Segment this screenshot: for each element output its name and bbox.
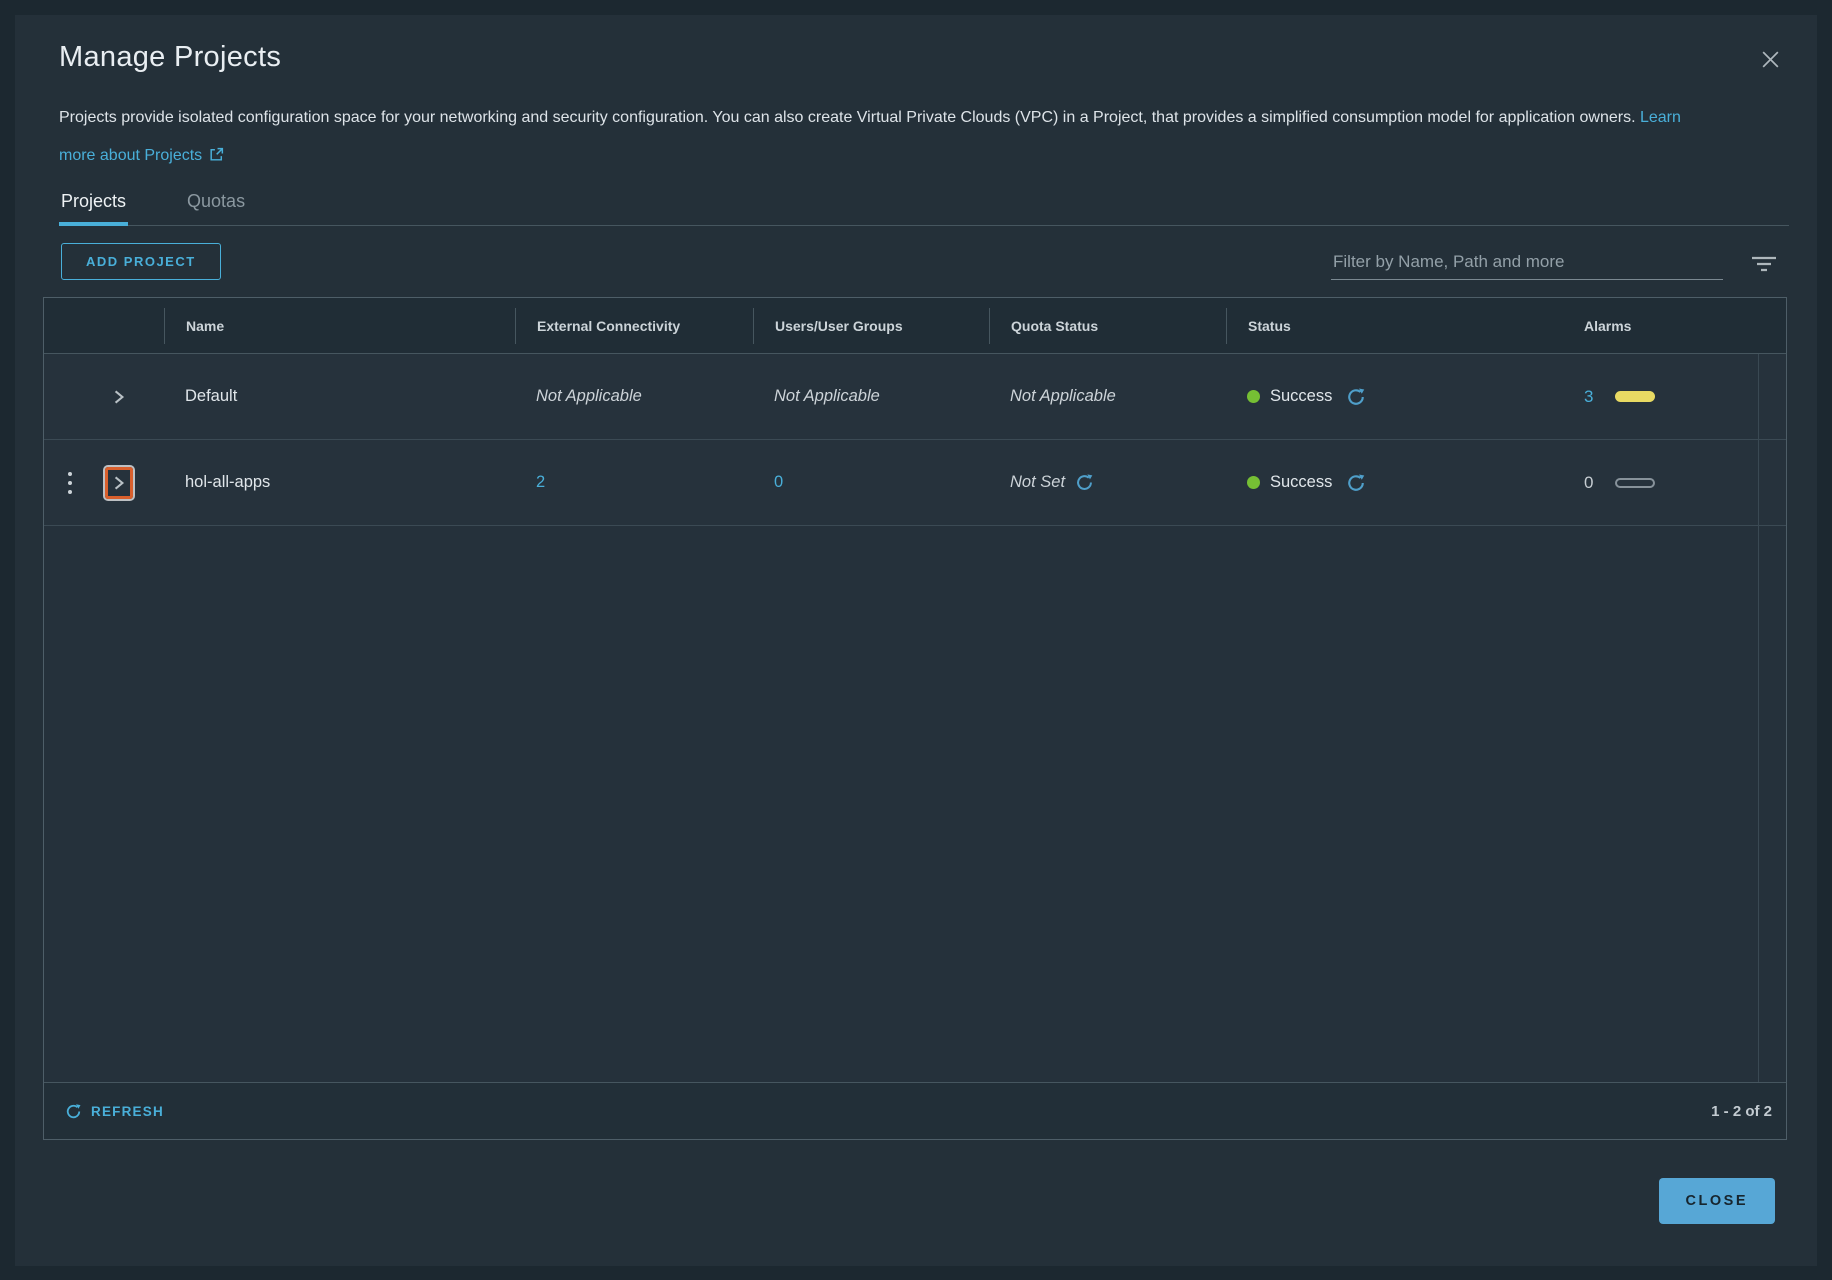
refresh-status-icon[interactable]: [1346, 387, 1366, 407]
column-header-quota-status[interactable]: Quota Status: [989, 307, 1226, 344]
tab-quotas[interactable]: Quotas: [185, 185, 247, 225]
cell-status: Success: [1226, 387, 1474, 407]
refresh-status-icon[interactable]: [1346, 473, 1366, 493]
alarm-bar-filled: [1615, 391, 1656, 402]
cell-quota-status: Not Set: [989, 473, 1226, 492]
cell-alarms[interactable]: 0: [1474, 473, 1786, 493]
expand-chevron-icon[interactable]: [112, 475, 126, 491]
refresh-button[interactable]: REFRESH: [65, 1103, 164, 1120]
refresh-quota-icon[interactable]: [1075, 473, 1094, 492]
manage-projects-dialog: Manage Projects Projects provide isolate…: [15, 15, 1817, 1266]
column-header-external-connectivity[interactable]: External Connectivity: [515, 307, 753, 344]
status-label: Success: [1270, 473, 1333, 491]
status-label: Success: [1270, 387, 1333, 405]
table-header-row: Name External Connectivity Users/User Gr…: [44, 298, 1786, 354]
expand-chevron-icon[interactable]: [108, 385, 130, 409]
toolbar: ADD PROJECT: [61, 243, 1789, 280]
cell-alarms[interactable]: 3: [1474, 387, 1786, 407]
cell-name: hol-all-apps: [185, 473, 271, 491]
external-connectivity-link[interactable]: 2: [536, 473, 545, 492]
cell-users[interactable]: 0: [753, 473, 989, 492]
row-controls: [44, 354, 164, 439]
column-header-alarms[interactable]: Alarms: [1474, 308, 1786, 344]
quota-status-label: Not Set: [1010, 473, 1066, 491]
highlight-annotation-box: [105, 466, 133, 499]
close-icon[interactable]: [1754, 43, 1787, 79]
dialog-header: Manage Projects: [43, 41, 1789, 79]
row-menu-kebab-icon[interactable]: [62, 466, 78, 500]
pagination-range: 1 - 2 of 2: [1711, 1102, 1772, 1120]
tab-projects[interactable]: Projects: [59, 185, 129, 226]
cell-external-connectivity: Not Applicable: [536, 387, 642, 405]
tab-bar: Projects Quotas: [59, 185, 1789, 226]
alarm-count[interactable]: 0: [1584, 473, 1593, 493]
column-expand: [44, 308, 164, 344]
filter-group: [1331, 248, 1777, 280]
cell-external-connectivity[interactable]: 2: [515, 473, 753, 492]
page-title: Manage Projects: [59, 41, 282, 73]
add-project-button[interactable]: ADD PROJECT: [61, 243, 221, 280]
refresh-icon: [66, 1103, 81, 1118]
alarm-count[interactable]: 3: [1584, 387, 1593, 407]
cell-users: Not Applicable: [774, 387, 880, 405]
table-empty-area: [44, 526, 1786, 1082]
filter-icon[interactable]: [1751, 255, 1777, 273]
cell-status: Success: [1226, 473, 1474, 493]
description-text: Projects provide isolated configuration …: [59, 109, 1636, 126]
success-status-dot: [1247, 390, 1260, 403]
cell-name: Default: [185, 387, 238, 405]
close-button[interactable]: CLOSE: [1658, 1178, 1775, 1224]
alarm-bar-empty: [1615, 477, 1656, 488]
row-controls: [44, 440, 164, 525]
table-row-default: Default Not Applicable Not Applicable No…: [44, 354, 1786, 440]
projects-table: Name External Connectivity Users/User Gr…: [43, 297, 1787, 1140]
dialog-description: Projects provide isolated configuration …: [59, 99, 1719, 175]
table-gutter-divider: [1758, 354, 1759, 1082]
cell-quota-status: Not Applicable: [1010, 387, 1116, 405]
column-header-name[interactable]: Name: [164, 307, 515, 344]
users-link[interactable]: 0: [774, 473, 783, 492]
filter-input[interactable]: [1331, 248, 1723, 280]
external-link-icon: [210, 147, 224, 161]
success-status-dot: [1247, 476, 1260, 489]
dialog-actions: CLOSE: [43, 1178, 1789, 1224]
column-header-status[interactable]: Status: [1226, 307, 1474, 344]
table-row-hol-all-apps: hol-all-apps 2 0 Not Set Success 0: [44, 440, 1786, 526]
table-footer: REFRESH 1 - 2 of 2: [44, 1082, 1786, 1139]
column-header-users[interactable]: Users/User Groups: [753, 307, 989, 344]
